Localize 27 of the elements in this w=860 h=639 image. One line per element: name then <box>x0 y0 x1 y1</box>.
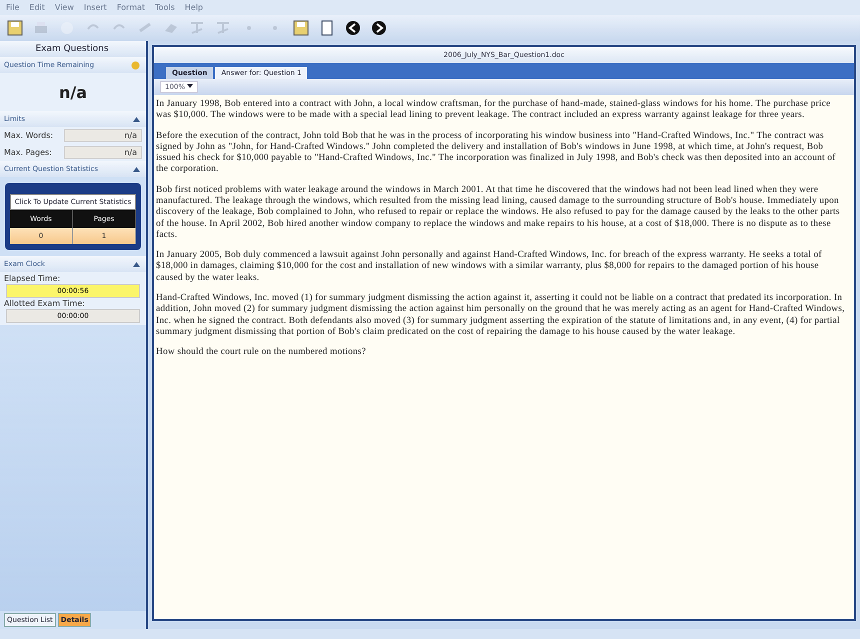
field-label: Elapsed Time: <box>4 274 62 283</box>
menu-item[interactable]: Edit <box>29 3 45 12</box>
field-label: Allotted Exam Time: <box>4 299 86 308</box>
panel-title: Exam Questions <box>35 44 109 54</box>
field-label: Max. Words: <box>4 131 54 140</box>
question-paragraph: How should the court rule on the numbered motions? <box>156 347 367 358</box>
question-paragraph: Hand-Crafted Windows, Inc. moved (1) for summary judgment dismissing the action against it, asserting it could not be liable on a contract that predated its incorporation. In addition, John moved (2) for summary judgment dismissing the action against him personally on the ground that he was merely acting as an agent for Hand-Crafted Windows, Inc. when he signed the contract. Both defendants also moved (3) for summary judgment asserting the expiration of the statute of limitations and, in any event, (4) for partial summary judgment dismissing that portion of Bob's claim predicated on the cost of repairing the damage to his house caused by the water leakage. <box>156 292 846 338</box>
menu-item[interactable]: Tools <box>155 3 175 12</box>
question-paragraph: In January 1998, Bob entered into a contract with John, a local window craftsman, for the purchase of hand-made, stained-glass windows for his home. The purchase price was $10,000. The windows were to be made with a special lead lining to prevent leakage. The contract included an express warranty against leakage for three years. <box>156 99 832 122</box>
dropdown-caret-icon[interactable] <box>187 84 194 89</box>
question-paragraph: Bob first noticed problems with water leakage around the windows in March 2001. At that time he discovered that the windows had not been lead lined when they were manufactured. The leakage through the windows, which resulted from the missing lead lining, caused damage to the surrounding structure of Bob's house. Immediately upon discovery of the leakage, Bob complained to John, who refused to repair or replace the windows. He also refused to pay for the damage caused by the leaks to the other parts of the house. In April 2002, Bob hired another window company to replace the windows and make repairs to his house, at a cost of $18,000. There is no dispute as to these facts. <box>156 184 841 242</box>
forward-icon[interactable] <box>370 19 388 37</box>
collapse-icon[interactable] <box>133 116 140 122</box>
question-paragraph: In January 2005, Bob duly commenced a lawsuit against John personally and against Hand-Crafted Windows, Inc. for breach of the express warranty. He seeks a total of $18,000 in damages, claiming $10,000 for the cost and installation of new windows with a similar warranty, plus $8,000 for repairs to the damaged portion of his house caused by the water leaks. <box>156 250 823 284</box>
time-remaining-value: n/a <box>58 82 88 102</box>
menu-item[interactable]: Format <box>116 3 146 12</box>
collapse-icon[interactable] <box>133 262 140 266</box>
menu-item[interactable]: Insert <box>84 3 107 12</box>
field-label: Max. Pages: <box>4 148 53 157</box>
menu-item[interactable]: Help <box>184 3 203 12</box>
question-paragraph: Before the execution of the contract, John told Bob that he was in the process of incorporating his window business into "Hand-Crafted Windows, Inc." The contract was signed by John as "John, for Hand-Crafted Windows." John completed the delivery and installation of Bob's windows in June 1998, at which time, at John's request, Bob issued his check for $10,000 payable to "Hand-Crafted Windows, Inc." The incorporation was finalized in July 1998, and Bob's check was then deposited into an account of the corporation. <box>156 130 837 176</box>
back-icon[interactable] <box>344 19 362 37</box>
limit-field: n/a <box>64 146 142 159</box>
collapse-icon[interactable] <box>133 166 140 172</box>
limit-field: n/a <box>64 129 142 142</box>
menu-item[interactable]: View <box>54 3 74 12</box>
menu-item[interactable]: File <box>6 3 20 12</box>
